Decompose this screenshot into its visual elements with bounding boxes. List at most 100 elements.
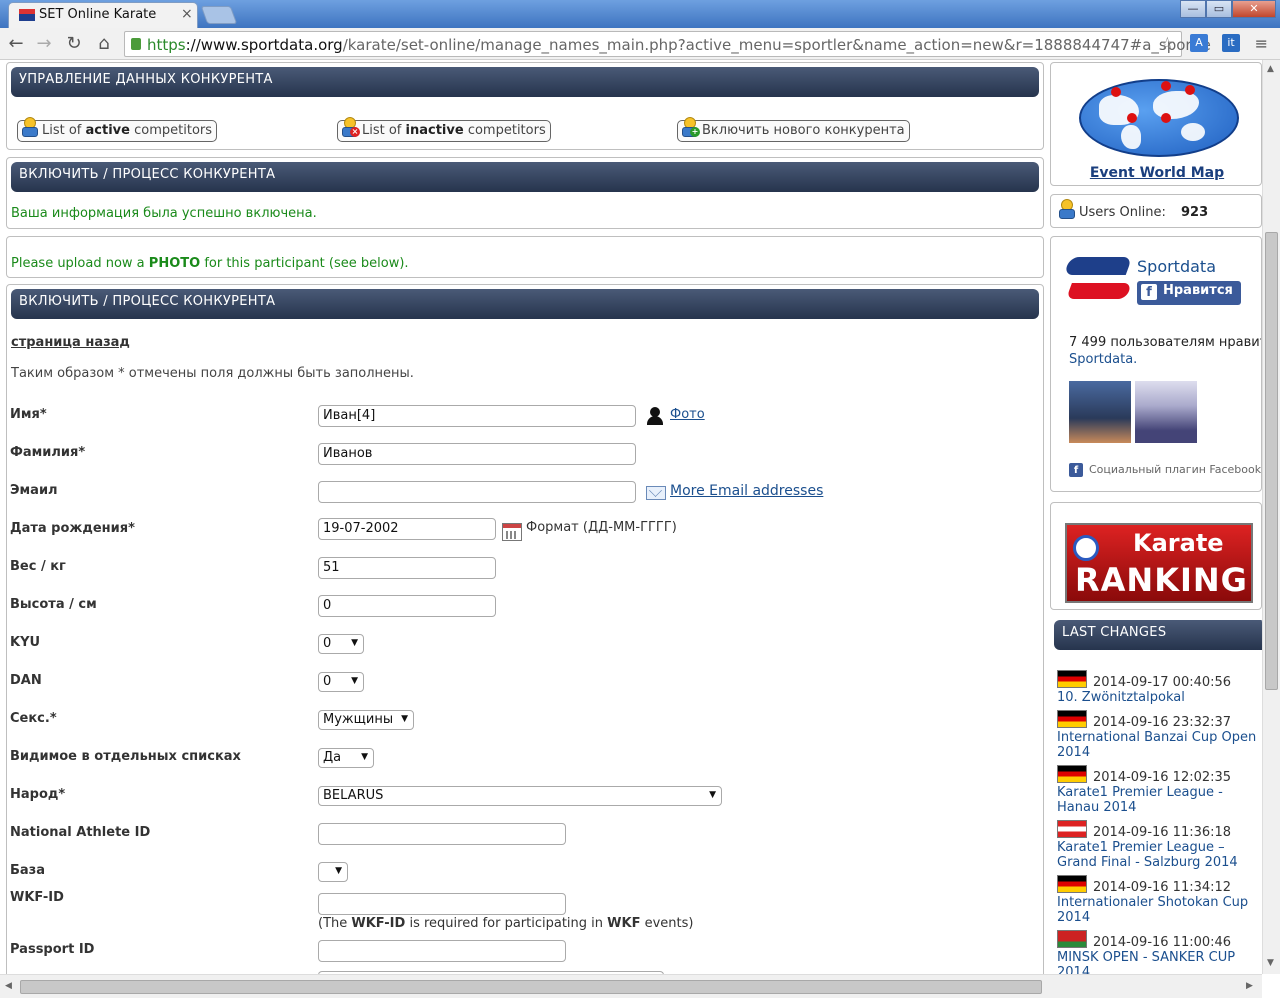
fb-page-name[interactable]: Sportdata: [1137, 257, 1216, 276]
calendar-icon[interactable]: [502, 523, 522, 541]
minimize-button[interactable]: —: [1180, 0, 1206, 18]
weight-input[interactable]: 51: [318, 557, 496, 579]
photo-notice-text: Please upload now a PHOTO for this parti…: [11, 256, 409, 271]
facebook-icon: f: [1141, 284, 1157, 300]
vertical-scrollbar[interactable]: ▲ ▼: [1262, 60, 1280, 974]
event-map-widget[interactable]: Event World Map: [1050, 62, 1262, 186]
fb-likes-link[interactable]: Sportdata.: [1069, 352, 1137, 367]
address-bar[interactable]: https://www.sportdata.org/karate/set-onl…: [124, 31, 1211, 57]
browser-menu-icon[interactable]: ≡: [1255, 34, 1268, 53]
wkf-logo-icon: [1073, 535, 1099, 561]
close-window-button[interactable]: ✕: [1232, 0, 1276, 18]
fan-photo-2[interactable]: [1135, 381, 1197, 443]
scroll-up-icon: ▲: [1267, 64, 1274, 74]
nation-select[interactable]: BELARUS ▼: [318, 786, 722, 806]
kyu-select[interactable]: 0 ▼: [318, 634, 364, 654]
photo-link[interactable]: Фото: [670, 407, 705, 422]
last-name-label: Фамилия*: [10, 445, 86, 460]
page-viewport: УПРАВЛЕНИЕ ДАННЫХ КОНКУРЕНТА List of act…: [0, 60, 1262, 974]
envelope-icon: [646, 484, 666, 500]
more-email-link[interactable]: More Email addresses: [670, 483, 823, 499]
birth-date-label: Дата рождения*: [10, 521, 135, 536]
visible-label: Видимое в отдельных списках: [10, 749, 241, 764]
sportdata-logo-icon: [1063, 251, 1133, 315]
change-item[interactable]: 2014-09-17 00:40:56 10. Zwönitztalpokal: [1057, 670, 1262, 708]
chevron-down-icon: ▼: [351, 638, 358, 648]
nation-label: Народ*: [10, 787, 66, 802]
translate-extension-icon[interactable]: A: [1190, 34, 1208, 52]
fb-like-button[interactable]: f Нравится: [1137, 281, 1241, 305]
back-link[interactable]: страница назад: [11, 335, 130, 350]
success-section: ВКЛЮЧИТЬ / ПРОЦЕСС КОНКУРЕНТА Ваша инфор…: [6, 157, 1044, 229]
kyu-label: KYU: [10, 635, 41, 650]
reload-icon[interactable]: ↻: [62, 32, 86, 56]
vertical-scroll-thumb[interactable]: [1265, 232, 1278, 690]
extension-icon[interactable]: it: [1222, 34, 1240, 52]
scroll-right-icon: ▶: [1246, 981, 1253, 991]
germany-flag-icon: [1057, 875, 1087, 893]
first-name-label: Имя*: [10, 407, 47, 422]
fb-plugin-text: Социальный плагин Facebook: [1089, 463, 1262, 476]
maximize-button[interactable]: ▭: [1206, 0, 1232, 18]
national-id-input[interactable]: [318, 823, 566, 845]
base-label: База: [10, 863, 46, 878]
change-item[interactable]: 2014-09-16 11:00:46 MINSK OPEN - SANKER C…: [1057, 930, 1262, 974]
karate-ranking-widget[interactable]: Karate RANKING: [1050, 502, 1262, 610]
wkf-label: WKF-ID: [10, 890, 64, 905]
sex-label: Секс.*: [10, 711, 57, 726]
ranking-line1: Karate: [1133, 529, 1224, 557]
event-map-link[interactable]: Event World Map: [1051, 165, 1261, 181]
national-id-label: National Athlete ID: [10, 825, 151, 840]
new-tab-button[interactable]: [200, 6, 238, 24]
last-name-input[interactable]: Иванов: [318, 443, 636, 465]
user-icon: [1057, 199, 1077, 221]
height-input[interactable]: 0: [318, 595, 496, 617]
inactive-competitors-button[interactable]: × List of inactive competitors: [337, 117, 551, 142]
first-name-input[interactable]: Иван[4]: [318, 405, 636, 427]
change-item[interactable]: 2014-09-16 11:34:12 Internationaler Shoto…: [1057, 875, 1262, 929]
visible-select[interactable]: Да ▼: [318, 748, 374, 768]
forward-arrow-icon[interactable]: →: [32, 32, 56, 56]
base-select[interactable]: ▼: [318, 862, 348, 882]
user-add-icon: +: [680, 117, 700, 139]
active-competitors-button[interactable]: List of active competitors: [17, 117, 218, 142]
email-input[interactable]: [318, 481, 636, 503]
horizontal-scrollbar[interactable]: ◀ ▶: [0, 974, 1262, 998]
dan-label: DAN: [10, 673, 42, 688]
chevron-down-icon: ▼: [335, 866, 342, 876]
world-map-icon: [1079, 79, 1239, 157]
facebook-small-icon: f: [1069, 463, 1083, 477]
weight-label: Вес / кг: [10, 559, 66, 574]
last-changes-header: LAST CHANGES: [1054, 620, 1262, 650]
change-item[interactable]: 2014-09-16 23:32:37 International Banzai …: [1057, 710, 1262, 764]
photo-notice-section: Please upload now a PHOTO for this parti…: [6, 236, 1044, 278]
tab-close-icon[interactable]: ×: [181, 6, 193, 22]
tab-title: SET Online Karate: [39, 7, 157, 22]
passport-input[interactable]: [318, 940, 566, 962]
process-header: ВКЛЮЧИТЬ / ПРОЦЕСС КОНКУРЕНТА: [11, 162, 1039, 192]
change-item[interactable]: 2014-09-16 12:02:35 Karate1 Premier Leagu…: [1057, 765, 1262, 819]
bookmark-star-icon[interactable]: ☆: [1160, 34, 1175, 54]
wkf-input[interactable]: [318, 893, 566, 915]
germany-flag-icon: [1057, 765, 1087, 783]
success-message: Ваша информация была успешно включена.: [11, 206, 317, 221]
browser-tab[interactable]: SET Online Karate ×: [8, 2, 198, 28]
change-item[interactable]: 2014-09-16 11:36:18 Karate1 Premier Leagu…: [1057, 820, 1262, 874]
manage-section: УПРАВЛЕНИЕ ДАННЫХ КОНКУРЕНТА List of act…: [6, 62, 1044, 150]
germany-flag-icon: [1057, 670, 1087, 688]
back-arrow-icon[interactable]: ←: [4, 32, 28, 56]
sex-select[interactable]: Мужщины ▼: [318, 710, 414, 730]
dan-select[interactable]: 0 ▼: [318, 672, 364, 692]
lock-icon: [131, 38, 141, 50]
add-competitor-button[interactable]: + Включить нового конкурента: [677, 117, 910, 142]
users-online-count: 923: [1181, 205, 1209, 220]
scroll-down-icon: ▼: [1267, 958, 1274, 968]
user-list-icon: [20, 117, 40, 139]
window-controls: — ▭ ✕: [1180, 0, 1276, 18]
fan-photo-1[interactable]: [1069, 381, 1131, 443]
scroll-left-icon: ◀: [5, 981, 12, 991]
karate-ranking-banner[interactable]: Karate RANKING: [1065, 523, 1253, 603]
birth-date-input[interactable]: 19-07-2002: [318, 518, 496, 540]
horizontal-scroll-thumb[interactable]: [20, 980, 1042, 994]
home-icon[interactable]: ⌂: [92, 32, 116, 56]
